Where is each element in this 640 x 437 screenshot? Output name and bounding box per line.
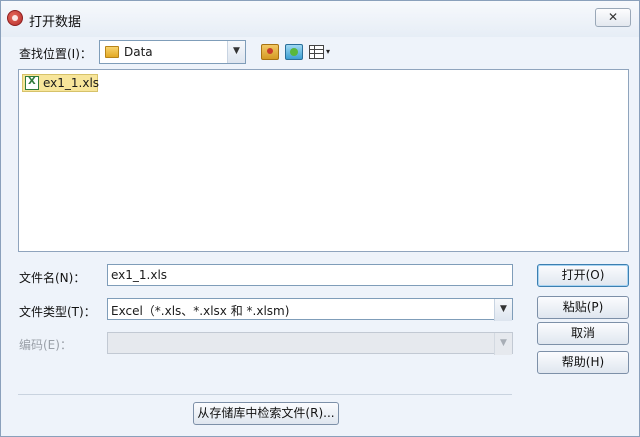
file-type-value: Excel（*.xls、*.xlsx 和 *.xlsm) <box>111 304 290 318</box>
paste-button[interactable]: 粘贴(P) <box>537 296 629 319</box>
file-item-label: ex1_1.xls <box>43 76 100 90</box>
open-button[interactable]: 打开(O) <box>537 264 629 287</box>
close-button[interactable]: ✕ <box>595 8 631 27</box>
close-icon: ✕ <box>607 10 619 24</box>
cancel-button[interactable]: 取消 <box>537 322 629 345</box>
look-in-dropdown[interactable]: Data ▼ <box>99 40 246 64</box>
file-list[interactable]: ex1_1.xls <box>18 69 629 252</box>
file-name-value: ex1_1.xls <box>111 268 168 282</box>
view-menu-chevron-icon[interactable]: ▾ <box>326 47 330 56</box>
encoding-dropdown: ▼ <box>107 332 513 355</box>
window-title: 打开数据 <box>29 15 82 30</box>
encoding-label: 编码(E)： <box>19 338 72 352</box>
retrieve-from-repository-button[interactable]: 从存储库中检索文件(R)... <box>193 402 339 425</box>
chevron-down-icon[interactable]: ▼ <box>227 41 245 63</box>
look-in-label: 查找位置(I)： <box>19 47 92 61</box>
open-data-dialog: 打开数据 ✕ 查找位置(I)： Data ▼ ▾ ex1_1.xls 文件名(N… <box>0 0 640 437</box>
file-name-label: 文件名(N)： <box>19 271 86 285</box>
divider <box>18 394 512 395</box>
spss-app-icon <box>7 10 23 26</box>
chevron-down-icon: ▼ <box>494 333 512 355</box>
view-menu-icon[interactable] <box>309 45 324 59</box>
excel-file-icon <box>25 76 39 90</box>
file-item-ex1-1-xls[interactable]: ex1_1.xls <box>22 74 100 92</box>
create-new-folder-icon[interactable] <box>285 44 303 60</box>
file-name-input[interactable]: ex1_1.xls <box>107 264 513 286</box>
up-one-level-icon[interactable] <box>261 44 279 60</box>
file-type-dropdown[interactable]: Excel（*.xls、*.xlsx 和 *.xlsm) ▼ <box>107 298 513 321</box>
help-button[interactable]: 帮助(H) <box>537 351 629 374</box>
folder-icon <box>105 46 119 58</box>
chevron-down-icon[interactable]: ▼ <box>494 299 512 321</box>
file-type-label: 文件类型(T)： <box>19 305 96 319</box>
title-bar: 打开数据 ✕ <box>1 1 639 37</box>
look-in-value: Data <box>124 45 153 59</box>
